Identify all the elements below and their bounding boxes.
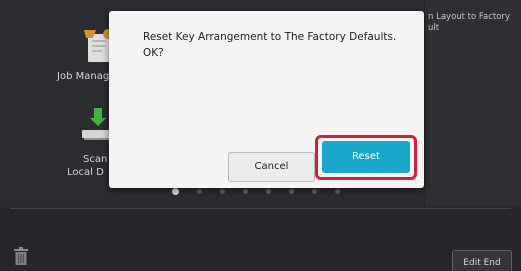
dialog-message-line2: OK?	[143, 47, 164, 59]
reset-confirm-dialog: Reset Key Arrangement to The Factory Def…	[109, 11, 424, 188]
dialog-message: Reset Key Arrangement to The Factory Def…	[143, 29, 413, 61]
dialog-message-line1: Reset Key Arrangement to The Factory Def…	[143, 31, 397, 43]
reset-button[interactable]: Reset	[322, 141, 410, 173]
cancel-button[interactable]: Cancel	[228, 152, 315, 182]
